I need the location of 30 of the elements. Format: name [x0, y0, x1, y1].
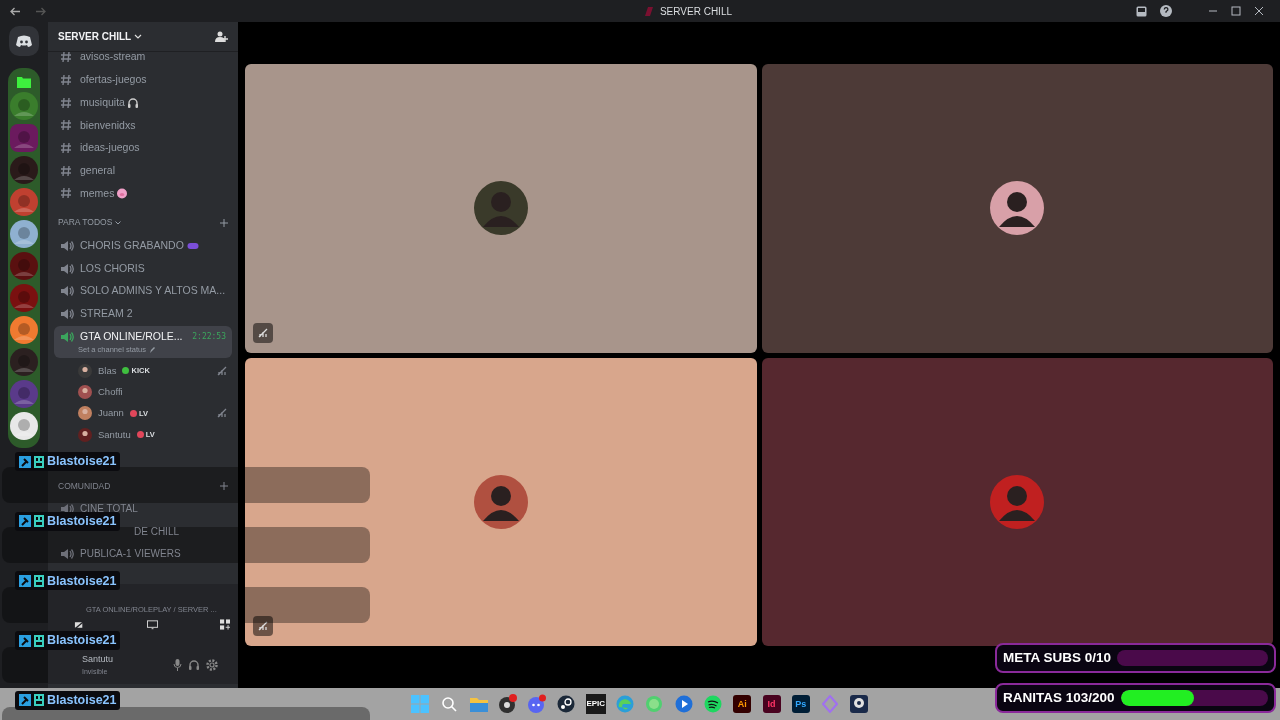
- category-header[interactable]: PARA TODOS: [58, 216, 122, 230]
- window-title: SERVER CHILL: [659, 4, 733, 19]
- voice-channel[interactable]: PUBLICA-1 VIEWERS: [80, 546, 181, 562]
- text-channel[interactable]: general: [54, 159, 232, 183]
- voice-channel[interactable]: SOLO ADMINS Y ALTOS MA...: [54, 280, 232, 303]
- goal-bar: RANITAS 103/200: [995, 683, 1276, 713]
- voice-channel[interactable]: STREAM 2: [54, 302, 232, 326]
- voice-channel[interactable]: DE CHILL: [134, 523, 179, 539]
- text-channel[interactable]: memes: [54, 182, 232, 205]
- text-channel[interactable]: musiquita: [54, 91, 232, 115]
- chat-username-badge: Blastoise21: [15, 452, 121, 471]
- design-app-icon[interactable]: Ps: [791, 695, 810, 713]
- chat-username-badge: Blastoise21: [15, 631, 121, 651]
- text-channel[interactable]: ideas-juegos: [54, 136, 232, 160]
- design-app-icon[interactable]: Id: [762, 695, 781, 713]
- design-app-icon[interactable]: Ai: [733, 695, 752, 713]
- voice-user[interactable]: Choffi: [54, 381, 232, 403]
- call-timer: 2:22:53: [192, 330, 226, 343]
- category-header[interactable]: COMUNIDAD: [58, 480, 111, 493]
- goal-bar: META SUBS 0/10: [995, 643, 1276, 673]
- voice-channel[interactable]: LOS CHORIS: [54, 257, 232, 280]
- voice-channel[interactable]: CHORIS GRABANDO: [54, 234, 232, 258]
- server-name: SERVER CHILL: [58, 30, 132, 44]
- text-channel[interactable]: bienvenidxs: [54, 114, 232, 137]
- chat-username-badge: Blastoise21: [15, 511, 121, 531]
- username: Santutu: [82, 653, 115, 666]
- server-header[interactable]: SERVER CHILL: [48, 22, 238, 52]
- text-channel[interactable]: ofertas-juegos: [54, 68, 232, 92]
- chat-username-badge: Blastoise21: [15, 571, 121, 591]
- game-launcher-icon[interactable]: EPIC: [585, 694, 606, 714]
